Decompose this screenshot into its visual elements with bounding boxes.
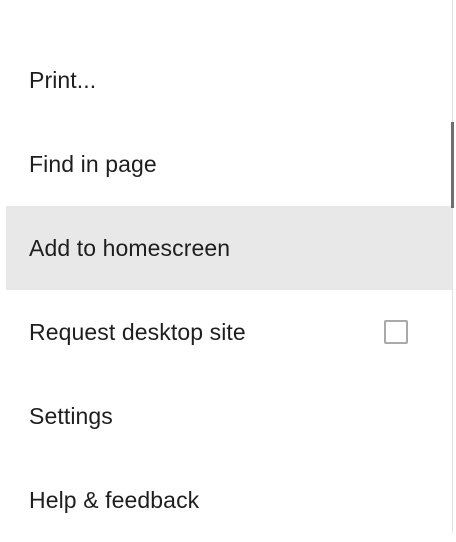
menu-item-label: Add to homescreen: [29, 234, 231, 261]
menu-item-label: Find in page: [29, 150, 157, 177]
menu-item-find-in-page[interactable]: Find in page: [6, 122, 452, 206]
menu-item-label: Help & feedback: [29, 486, 200, 513]
request-desktop-site-checkbox[interactable]: [384, 320, 408, 344]
overflow-menu: Print... Find in page Add to homescreen …: [0, 0, 452, 533]
menu-item-label: Print...: [29, 66, 97, 93]
menu-edge-divider: [452, 0, 453, 533]
menu-item-add-to-homescreen[interactable]: Add to homescreen: [6, 206, 452, 290]
scrollbar-thumb[interactable]: [451, 122, 454, 208]
menu-item-print[interactable]: Print...: [6, 38, 452, 122]
menu-item-label: Settings: [29, 402, 113, 429]
menu-item-request-desktop-site[interactable]: Request desktop site: [6, 290, 452, 374]
menu-item-help-feedback[interactable]: Help & feedback: [6, 458, 452, 542]
menu-item-settings[interactable]: Settings: [6, 374, 452, 458]
